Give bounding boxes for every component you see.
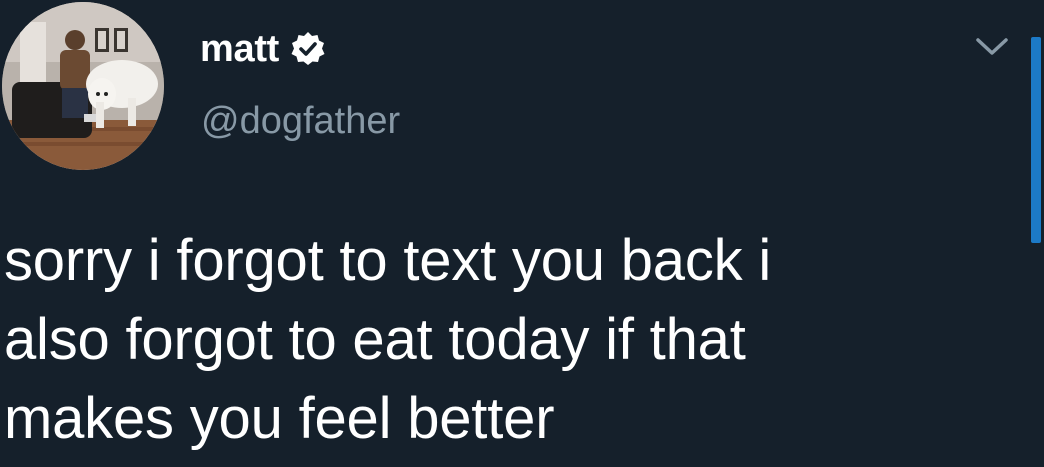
avatar[interactable] (2, 2, 164, 170)
verified-badge-icon (289, 30, 327, 68)
tweet: matt @dogfather sorry i forgot to text y… (0, 0, 1044, 467)
user-handle[interactable]: @dogfather (201, 100, 400, 143)
name-row: matt (200, 22, 327, 76)
display-name[interactable]: matt (200, 28, 279, 71)
tweet-text-line: sorry i forgot to text you back i (4, 228, 772, 293)
tweet-text: sorry i forgot to text you back i also f… (4, 221, 1014, 458)
tweet-text-line: also forgot to eat today if that (4, 307, 746, 372)
scrollbar[interactable] (1031, 37, 1041, 243)
chevron-down-icon[interactable] (975, 36, 1009, 58)
tweet-text-line: makes you feel better (4, 386, 555, 451)
avatar-photo (2, 2, 164, 170)
